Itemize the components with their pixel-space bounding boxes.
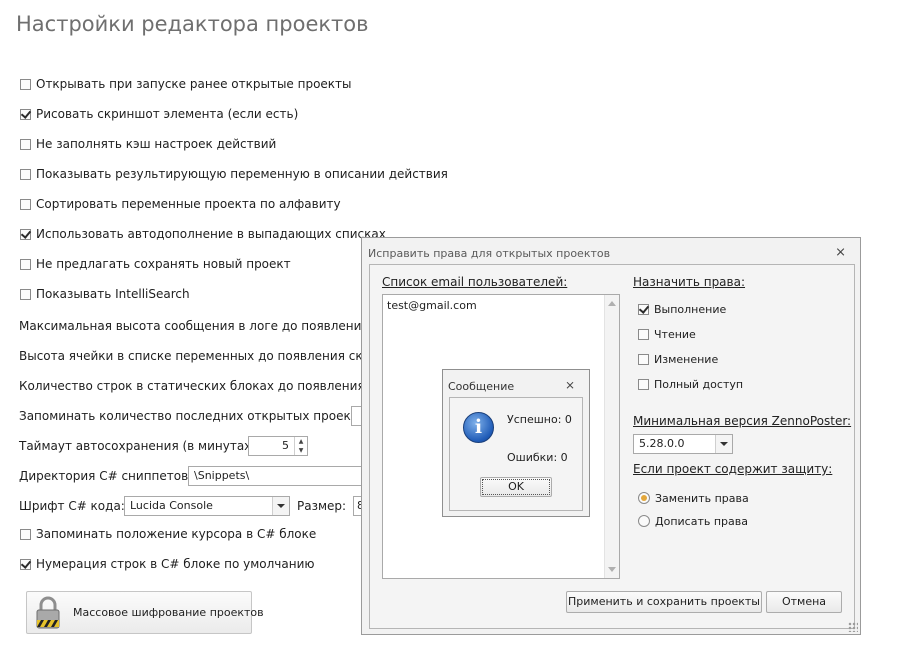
mass-encrypt-label: Массовое шифрование проектов <box>73 606 264 619</box>
snippets-value: \Snippets\ <box>194 469 250 482</box>
checkbox-box[interactable] <box>20 78 31 90</box>
cell-height-label: Высота ячейки в списке переменных до поя… <box>19 349 393 363</box>
size-label: Размер: <box>297 499 347 513</box>
min-version-select[interactable]: 5.28.0.0 <box>633 434 733 454</box>
checkbox-label: Чтение <box>654 327 696 341</box>
spinner-arrows[interactable]: ▲ ▼ <box>294 437 307 455</box>
checkbox-show-result-variable[interactable]: Показывать результирующую переменную в о… <box>20 165 448 183</box>
radio-button[interactable] <box>638 492 650 504</box>
checkbox-box[interactable] <box>20 258 31 270</box>
autosave-spinner[interactable]: 5 ▲ ▼ <box>248 436 308 456</box>
radio-label: Заменить права <box>655 491 749 505</box>
scrollbar[interactable] <box>604 295 619 578</box>
checkbox-box[interactable] <box>20 108 31 120</box>
checkbox-remember-cursor[interactable]: Запоминать положение курсора в C# блоке <box>20 525 316 543</box>
message-box: Сообщение ⨯ i Успешно: 0 Ошибки: 0 OK <box>442 369 590 517</box>
font-select[interactable]: Lucida Console <box>124 496 290 516</box>
autosave-value: 5 <box>282 439 289 452</box>
close-icon[interactable]: ⨯ <box>835 245 846 260</box>
resize-grip-icon[interactable] <box>848 622 858 632</box>
ok-button[interactable]: OK <box>480 477 552 497</box>
spin-down-icon[interactable]: ▼ <box>295 446 307 455</box>
checkbox-line-numbers[interactable]: Нумерация строк в C# блоке по умолчанию <box>20 555 315 573</box>
static-lines-label: Количество строк в статических блоках до… <box>19 379 398 393</box>
spin-up-icon[interactable]: ▲ <box>295 437 307 446</box>
mass-encrypt-button[interactable]: Массовое шифрование проектов <box>26 591 264 634</box>
scroll-up-icon[interactable] <box>608 301 616 306</box>
checkbox-right-read[interactable]: Чтение <box>638 325 696 343</box>
success-text: Успешно: 0 <box>507 413 572 426</box>
chevron-down-icon[interactable] <box>272 497 289 515</box>
padlock-icon <box>36 596 60 629</box>
email-list-label: Список email пользователей: <box>382 275 568 289</box>
dialog-title: Исправить права для открытых проектов <box>368 247 611 260</box>
checkbox-label: Не заполнять кэш настроек действий <box>36 137 277 151</box>
cancel-button[interactable]: Отмена <box>766 591 842 613</box>
checkbox-right-edit[interactable]: Изменение <box>638 350 718 368</box>
checkbox-label: Показывать результирующую переменную в о… <box>36 167 448 181</box>
checkbox-autocomplete[interactable]: Использовать автодополнение в выпадающих… <box>20 225 386 243</box>
checkbox-box[interactable] <box>20 558 31 570</box>
fix-permissions-dialog: Исправить права для открытых проектов ⨯ … <box>361 237 861 635</box>
chevron-down-icon[interactable] <box>715 435 732 453</box>
checkbox-intellisearch[interactable]: Показывать IntelliSearch <box>20 285 190 303</box>
radio-label: Дописать права <box>655 514 748 528</box>
radio-append-rights[interactable]: Дописать права <box>638 512 748 530</box>
page-title: Настройки редактора проектов <box>16 12 369 36</box>
checkbox-box[interactable] <box>20 138 31 150</box>
min-version-label: Минимальная версия ZennoPoster: <box>633 414 852 428</box>
checkbox-open-recent[interactable]: Открывать при запуске ранее открытые про… <box>20 75 352 93</box>
checkbox-sort-variables[interactable]: Сортировать переменные проекта по алфави… <box>20 195 341 213</box>
radio-replace-rights[interactable]: Заменить права <box>638 489 749 507</box>
checkbox-box[interactable] <box>638 353 649 365</box>
checkbox-right-full[interactable]: Полный доступ <box>638 375 743 393</box>
checkbox-box[interactable] <box>20 288 31 300</box>
checkbox-no-cache[interactable]: Не заполнять кэш настроек действий <box>20 135 276 153</box>
protection-label: Если проект содержит защиту: <box>633 462 833 476</box>
recent-projects-label: Запоминать количество последних открытых… <box>19 409 373 423</box>
checkbox-label: Нумерация строк в C# блоке по умолчанию <box>36 557 315 571</box>
font-value: Lucida Console <box>130 499 213 512</box>
checkbox-box[interactable] <box>20 528 31 540</box>
checkbox-label: Открывать при запуске ранее открытые про… <box>36 77 352 91</box>
apply-save-button[interactable]: Применить и сохранить проекты <box>566 591 762 613</box>
email-list-item[interactable]: test@gmail.com <box>387 299 477 312</box>
max-log-height-label: Максимальная высота сообщения в логе до … <box>19 319 402 333</box>
checkbox-box[interactable] <box>638 378 649 390</box>
autosave-label: Таймаут автосохранения (в минутах): <box>19 439 261 453</box>
checkbox-label: Не предлагать сохранять новый проект <box>36 257 291 271</box>
scroll-down-icon[interactable] <box>608 567 616 572</box>
checkbox-label: Рисовать скриншот элемента (если есть) <box>36 107 299 121</box>
checkbox-right-execute[interactable]: Выполнение <box>638 300 726 318</box>
checkbox-box[interactable] <box>20 198 31 210</box>
checkbox-box[interactable] <box>638 303 649 315</box>
checkbox-box[interactable] <box>20 168 31 180</box>
info-icon: i <box>463 412 494 443</box>
rights-label: Назначить права: <box>633 275 746 289</box>
checkbox-label: Изменение <box>654 352 719 366</box>
checkbox-label: Выполнение <box>654 302 727 316</box>
checkbox-box[interactable] <box>20 228 31 240</box>
font-label: Шрифт C# кода: <box>19 499 125 513</box>
checkbox-label: Запоминать положение курсора в C# блоке <box>36 527 317 541</box>
checkbox-label: Показывать IntelliSearch <box>36 287 190 301</box>
checkbox-label: Полный доступ <box>654 377 744 391</box>
checkbox-label: Сортировать переменные проекта по алфави… <box>36 197 341 211</box>
radio-button[interactable] <box>638 515 650 527</box>
message-box-title: Сообщение <box>448 380 515 393</box>
min-version-value: 5.28.0.0 <box>639 437 685 450</box>
snippets-directory-input[interactable]: \Snippets\ <box>188 466 363 486</box>
close-icon[interactable]: ⨯ <box>565 378 575 392</box>
checkbox-box[interactable] <box>638 328 649 340</box>
checkbox-draw-screenshot[interactable]: Рисовать скриншот элемента (если есть) <box>20 105 298 123</box>
errors-text: Ошибки: 0 <box>507 451 568 464</box>
message-box-body: i Успешно: 0 Ошибки: 0 OK <box>449 397 583 511</box>
checkbox-no-save-prompt[interactable]: Не предлагать сохранять новый проект <box>20 255 291 273</box>
checkbox-label: Использовать автодополнение в выпадающих… <box>36 227 386 241</box>
snippets-label: Директория C# сниппетов: <box>19 469 193 483</box>
